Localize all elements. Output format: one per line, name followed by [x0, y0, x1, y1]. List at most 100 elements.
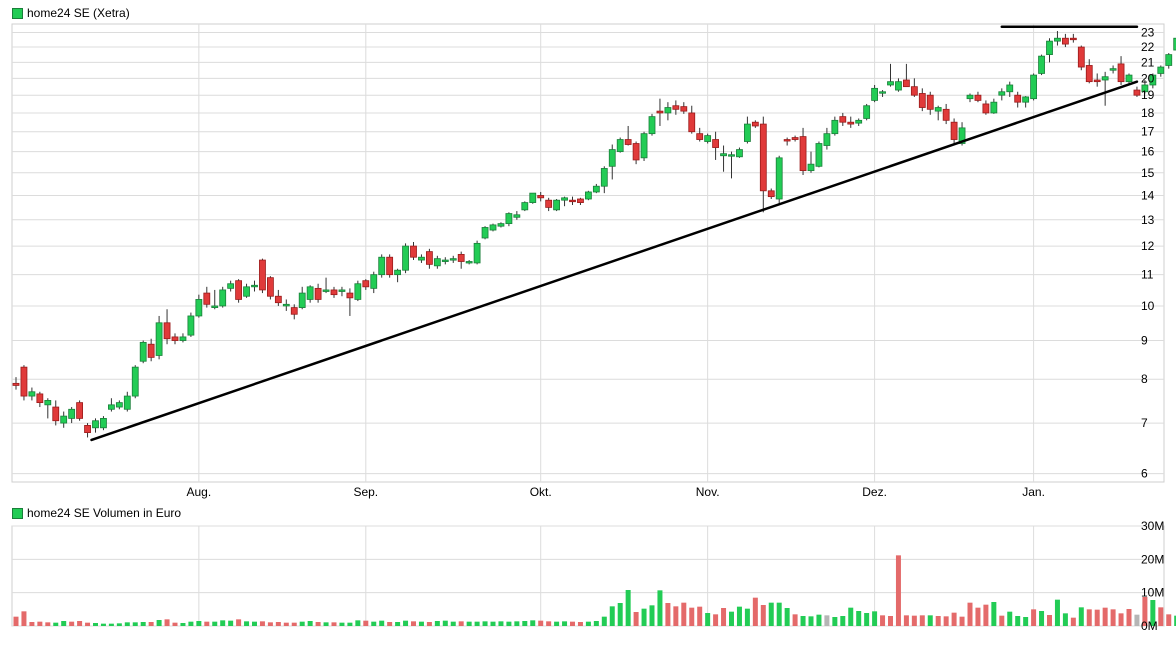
volume-y-tick-label: 0M: [1141, 619, 1158, 633]
candle-body-up: [1125, 74, 1133, 83]
candle: [982, 100, 990, 115]
candle-body-up: [378, 256, 386, 276]
volume-bar: [689, 607, 695, 626]
candle: [1062, 33, 1069, 48]
candle: [887, 63, 894, 87]
candle: [52, 400, 60, 426]
candle-body-up: [44, 400, 52, 406]
volume-bar: [617, 603, 623, 626]
candle-body-up: [1046, 40, 1053, 56]
candle: [585, 190, 592, 201]
candle: [76, 400, 83, 421]
volume-bar: [180, 623, 186, 626]
volume-bar: [13, 616, 19, 626]
candle-body-up: [322, 289, 330, 292]
candle-body-down: [203, 292, 211, 305]
candle: [92, 418, 99, 433]
candle: [545, 197, 553, 212]
candle: [274, 289, 282, 306]
candle: [219, 286, 227, 308]
volume-bar: [339, 622, 345, 626]
candle-body-down: [1062, 37, 1069, 45]
price-y-tick-label: 23: [1141, 25, 1155, 39]
volume-bar: [983, 604, 989, 626]
candle-body-up: [529, 192, 537, 203]
candle: [330, 286, 338, 298]
candle: [656, 98, 664, 126]
candle: [553, 199, 560, 212]
candle: [425, 248, 433, 269]
volume-bar: [426, 622, 432, 626]
candle-body-down: [656, 110, 664, 114]
volume-bar: [784, 608, 790, 626]
candle: [1133, 86, 1141, 97]
candle-body-down: [680, 106, 688, 112]
volume-bar: [259, 621, 265, 626]
candle: [386, 254, 394, 278]
volume-bar: [736, 606, 742, 626]
candle: [871, 84, 878, 103]
candle-body-up: [513, 214, 521, 218]
candle: [433, 255, 441, 269]
candle: [465, 260, 473, 265]
candle-body-up: [370, 274, 378, 289]
volume-bar: [848, 607, 854, 626]
candle: [751, 120, 759, 128]
candle-body-up: [831, 119, 839, 135]
candle-body-down: [847, 121, 855, 125]
candle: [394, 268, 402, 283]
candle: [704, 133, 712, 144]
volume-bar: [1158, 607, 1164, 626]
candle-body-up: [115, 402, 123, 408]
candle: [36, 391, 44, 408]
candle-body-down: [314, 287, 322, 300]
candle-body-down: [425, 251, 433, 265]
candle-body-up: [728, 154, 735, 157]
candle-body-down: [457, 253, 465, 262]
price-x-tick-label: Jan.: [1022, 485, 1045, 499]
volume-bar: [903, 615, 909, 626]
volume-bar: [872, 611, 878, 626]
candle: [306, 285, 314, 303]
volume-bar: [585, 621, 591, 626]
candle: [449, 255, 457, 263]
volume-bar: [975, 607, 981, 626]
volume-bar: [959, 616, 965, 626]
candle: [1165, 53, 1173, 69]
volume-bar: [442, 620, 448, 626]
candle-body-up: [282, 303, 290, 307]
candle-body-down: [918, 93, 926, 108]
price-y-tick-label: 16: [1141, 145, 1155, 159]
volume-bar: [760, 605, 766, 626]
candle-body-down: [950, 121, 958, 140]
volume-bar: [196, 621, 202, 626]
candle-body-up: [481, 227, 489, 239]
volume-bar: [1047, 615, 1052, 626]
candle: [243, 283, 250, 298]
candle: [139, 340, 147, 364]
candle: [1077, 45, 1085, 71]
price-y-tick-label: 22: [1141, 40, 1155, 54]
candle-body-up: [1006, 84, 1014, 93]
candle-body-down: [1133, 89, 1141, 96]
candle-body-down: [783, 139, 791, 142]
volume-bar: [363, 620, 369, 626]
candle: [410, 242, 417, 261]
candle-body-up: [179, 336, 187, 341]
volume-bar: [323, 622, 329, 626]
volume-bar: [530, 620, 536, 626]
volume-bar: [450, 621, 456, 626]
price-y-tick-label: 20: [1141, 71, 1155, 85]
volume-bar: [212, 621, 218, 626]
volume-bar: [609, 606, 615, 626]
candle-body-up: [28, 391, 36, 397]
candle-body-up: [433, 258, 441, 267]
candle-body-up: [489, 224, 497, 231]
candle-body-up: [998, 91, 1006, 96]
price-x-tick-label: Nov.: [696, 485, 720, 499]
candle: [569, 196, 576, 205]
candle: [473, 240, 481, 265]
candle: [1046, 38, 1053, 63]
volume-bar: [21, 611, 27, 626]
candle: [203, 286, 211, 308]
